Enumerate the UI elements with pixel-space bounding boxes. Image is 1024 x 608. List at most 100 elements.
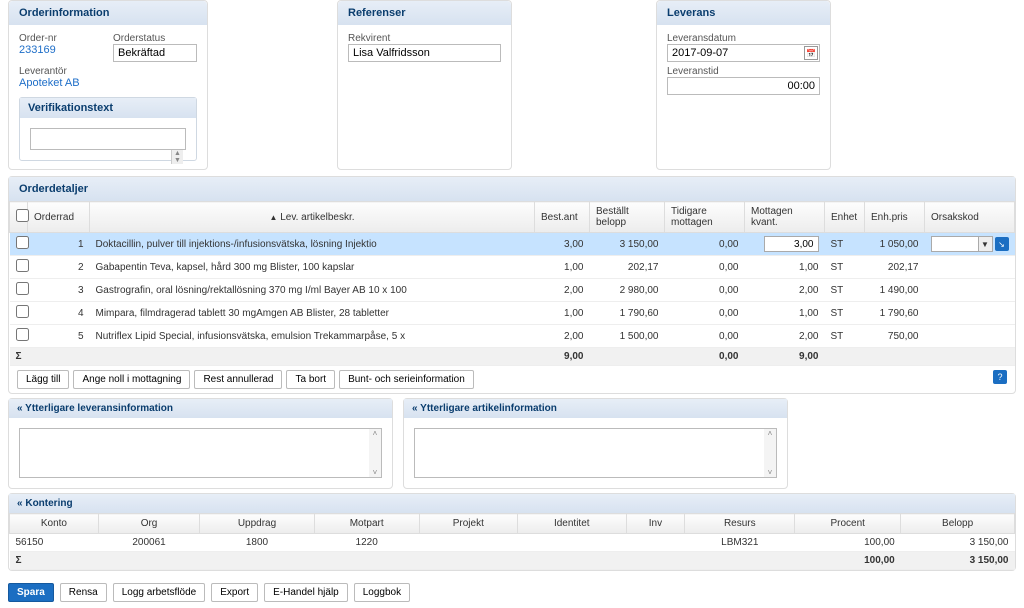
row-checkbox[interactable] [16, 282, 29, 295]
cell-enhpris: 1 050,00 [865, 233, 925, 256]
cell-tidigare: 0,00 [665, 325, 745, 348]
lagg-till-button[interactable]: Lägg till [17, 370, 69, 389]
table-row[interactable]: 4 Mimpara, filmdragerad tablett 30 mgAmg… [10, 302, 1015, 325]
cell-orsak[interactable]: ▼↘ [925, 233, 1015, 256]
cell-bestant: 1,00 [535, 302, 590, 325]
cell-orderrad: 2 [28, 256, 90, 279]
col-bestant[interactable]: Best.ant [535, 202, 590, 233]
row-action-icon[interactable]: ↘ [995, 237, 1009, 251]
ordernr-link[interactable]: 233169 [19, 44, 56, 56]
k-col-uppdrag[interactable]: Uppdrag [200, 514, 315, 534]
sub1-title[interactable]: « Ytterligare leveransinformation [9, 399, 392, 418]
k-col-procent[interactable]: Procent [795, 514, 901, 534]
k-cell-projekt [419, 534, 518, 552]
k-cell-konto: 56150 [10, 534, 99, 552]
cell-belopp: 1 500,00 [590, 325, 665, 348]
export-button[interactable]: Export [211, 583, 258, 602]
row-checkbox[interactable] [16, 236, 29, 249]
cell-beskr: Gastrografin, oral lösning/rektallösning… [90, 279, 535, 302]
row-checkbox[interactable] [16, 328, 29, 341]
orderdetaljer-title: Orderdetaljer [9, 177, 1015, 201]
ange-noll-button[interactable]: Ange noll i mottagning [73, 370, 190, 389]
rensa-button[interactable]: Rensa [60, 583, 107, 602]
cell-enhet: ST [825, 302, 865, 325]
spinner-down-icon[interactable]: ▼ [171, 157, 183, 164]
cell-enhet: ST [825, 256, 865, 279]
sub2-title[interactable]: « Ytterligare artikelinformation [404, 399, 787, 418]
leverantor-link[interactable]: Apoteket AB [19, 77, 80, 89]
col-mottagen[interactable]: Mottagen kvant. [745, 202, 825, 233]
logg-arbetsflode-button[interactable]: Logg arbetsflöde [113, 583, 206, 602]
k-cell-org: 200061 [98, 534, 199, 552]
cell-enhet: ST [825, 233, 865, 256]
verif-spinner[interactable]: ▲ ▼ [171, 150, 183, 164]
col-belopp[interactable]: Beställt belopp [590, 202, 665, 233]
cell-orsak [925, 279, 1015, 302]
verif-input[interactable] [30, 128, 186, 150]
k-col-resurs[interactable]: Resurs [685, 514, 795, 534]
cell-tidigare: 0,00 [665, 302, 745, 325]
k-col-motpart[interactable]: Motpart [314, 514, 419, 534]
k-col-belopp[interactable]: Belopp [901, 514, 1015, 534]
cell-mottagen: 1,00 [745, 256, 825, 279]
mottagen-input[interactable] [764, 236, 819, 252]
bunt-button[interactable]: Bunt- och serieinformation [339, 370, 474, 389]
cell-orderrad: 3 [28, 279, 90, 302]
header-checkbox[interactable] [16, 209, 29, 222]
col-tidigare[interactable]: Tidigare mottagen [665, 202, 745, 233]
k-col-projekt[interactable]: Projekt [419, 514, 518, 534]
cell-mottagen[interactable] [745, 233, 825, 256]
leveransdatum-label: Leveransdatum [667, 33, 820, 44]
scroll-icon[interactable]: ˄˅ [764, 429, 776, 477]
col-enhet[interactable]: Enhet [825, 202, 865, 233]
sum-sigma: Σ [10, 348, 28, 366]
table-row[interactable]: 3 Gastrografin, oral lösning/rektallösni… [10, 279, 1015, 302]
sum-mottagen: 9,00 [745, 348, 825, 366]
calendar-icon[interactable]: 📅 [804, 46, 818, 60]
k-cell-uppdrag: 1800 [200, 534, 315, 552]
help-icon[interactable]: ? [993, 370, 1007, 384]
leveransinfo-textarea[interactable]: ˄˅ [19, 428, 382, 478]
k-col-konto[interactable]: Konto [10, 514, 99, 534]
col-enhpris[interactable]: Enh.pris [865, 202, 925, 233]
k-cell-procent: 100,00 [795, 534, 901, 552]
orderstatus-input[interactable] [113, 44, 197, 62]
scroll-icon[interactable]: ˄˅ [369, 429, 381, 477]
k-cell-resurs: LBM321 [685, 534, 795, 552]
chevron-down-icon[interactable]: ▼ [979, 236, 993, 252]
kontering-row[interactable]: 56150 200061 1800 1220 LBM321 100,00 3 1… [10, 534, 1015, 552]
cell-orderrad: 4 [28, 302, 90, 325]
rest-annullerad-button[interactable]: Rest annullerad [194, 370, 282, 389]
cell-enhet: ST [825, 279, 865, 302]
referenser-title: Referenser [338, 1, 511, 25]
ehandel-button[interactable]: E-Handel hjälp [264, 583, 348, 602]
leveransdatum-input[interactable] [667, 44, 820, 62]
kontering-title[interactable]: « Kontering [9, 494, 1015, 513]
col-orsak[interactable]: Orsakskod [925, 202, 1015, 233]
table-row[interactable]: 2 Gabapentin Teva, kapsel, hård 300 mg B… [10, 256, 1015, 279]
k-col-inv[interactable]: Inv [626, 514, 685, 534]
rekvirent-input[interactable] [348, 44, 501, 62]
leveranstid-input[interactable] [667, 77, 820, 95]
ta-bort-button[interactable]: Ta bort [286, 370, 335, 389]
spinner-up-icon[interactable]: ▲ [171, 150, 183, 157]
table-row[interactable]: 5 Nutriflex Lipid Special, infusionsväts… [10, 325, 1015, 348]
row-checkbox[interactable] [16, 259, 29, 272]
row-checkbox[interactable] [16, 305, 29, 318]
verif-title: Verifikationstext [20, 98, 196, 118]
orsak-select[interactable] [931, 236, 979, 252]
loggbok-button[interactable]: Loggbok [354, 583, 410, 602]
artikelinfo-textarea[interactable]: ˄˅ [414, 428, 777, 478]
k-col-identitet[interactable]: Identitet [518, 514, 626, 534]
cell-belopp: 2 980,00 [590, 279, 665, 302]
leveranstid-label: Leveranstid [667, 66, 820, 77]
cell-orderrad: 1 [28, 233, 90, 256]
col-orderrad[interactable]: Orderrad [28, 202, 90, 233]
rekvirent-label: Rekvirent [348, 33, 501, 44]
cell-enhet: ST [825, 325, 865, 348]
k-sum-belopp: 3 150,00 [901, 552, 1015, 570]
table-row[interactable]: 1 Doktacillin, pulver till injektions-/i… [10, 233, 1015, 256]
col-beskr[interactable]: ▲ Lev. artikelbeskr. [90, 202, 535, 233]
k-col-org[interactable]: Org [98, 514, 199, 534]
spara-button[interactable]: Spara [8, 583, 54, 602]
